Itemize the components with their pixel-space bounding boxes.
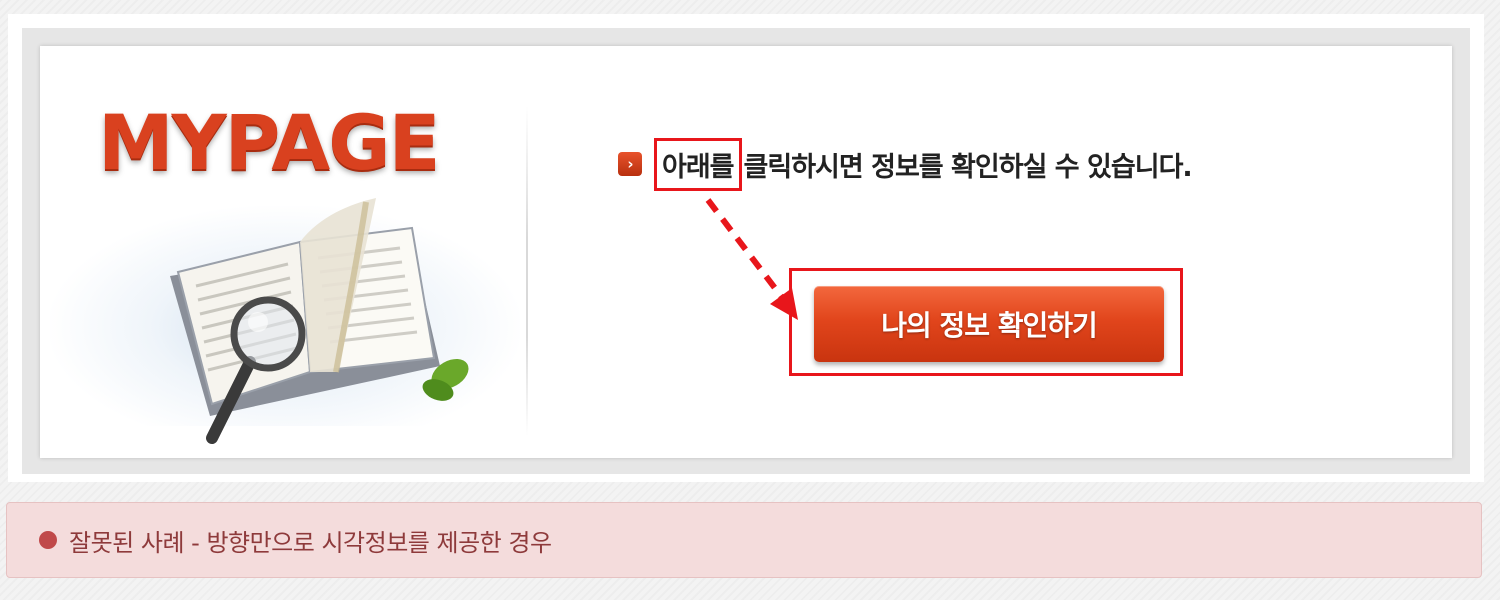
circle-bullet-icon: [39, 531, 57, 549]
view-my-info-button[interactable]: 나의 정보 확인하기: [814, 286, 1164, 362]
caption-text: 잘못된 사례 - 방향만으로 시각정보를 제공한 경우: [69, 528, 552, 557]
example-inner-frame: MYPAGE › 아래를 클릭하시면 정보를 확인하실 수 있습니다. 나의 정…: [22, 28, 1470, 474]
section-divider: [526, 106, 528, 436]
book-magnifier-icon: [170, 198, 469, 444]
instruction-rest: 클릭하시면 정보를 확인하실 수 있습니다.: [743, 151, 1193, 183]
logo-area: MYPAGE: [40, 46, 540, 458]
highlighted-direction-word: 아래를: [654, 137, 742, 191]
example-caption: 잘못된 사례 - 방향만으로 시각정보를 제공한 경우: [6, 502, 1482, 578]
instruction-text: › 아래를 클릭하시면 정보를 확인하실 수 있습니다.: [618, 137, 1193, 191]
mypage-logo-text: MYPAGE: [98, 98, 441, 187]
example-frame: MYPAGE › 아래를 클릭하시면 정보를 확인하실 수 있습니다. 나의 정…: [8, 14, 1484, 482]
mypage-banner: MYPAGE › 아래를 클릭하시면 정보를 확인하실 수 있습니다. 나의 정…: [40, 46, 1452, 458]
chevron-right-icon: ›: [618, 152, 642, 176]
